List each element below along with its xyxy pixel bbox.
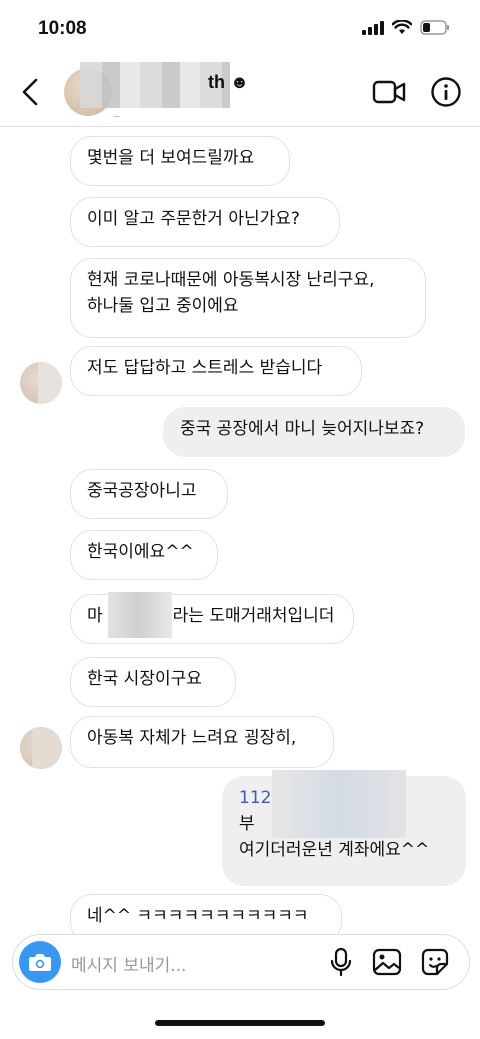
message-bubble[interactable]: 중국공장아니고 <box>70 469 228 519</box>
message-text: 한국이에요^^ <box>87 542 194 562</box>
message-text-line: 현재 코로나때문에 아동복시장 난리구요, <box>87 270 375 290</box>
blurred-censor <box>272 770 406 838</box>
message-composer[interactable]: 메시지 보내기... <box>12 934 470 990</box>
message-text-part: 부 <box>239 814 255 834</box>
message-bubble[interactable]: 한국이에요^^ <box>70 530 218 580</box>
battery-icon <box>420 20 449 35</box>
message-input[interactable]: 메시지 보내기... <box>71 951 186 976</box>
video-call-icon[interactable] <box>372 76 406 108</box>
status-bar: 10:08 <box>0 0 480 60</box>
message-text: 한국 시장이구요 <box>87 669 202 689</box>
message-text: 중국공장아니고 <box>87 481 197 501</box>
message-text-suffix: 라는 도매거래처입니더 <box>172 606 335 626</box>
message-text: 중국 공장에서 마니 늦어지나보죠? <box>180 419 425 439</box>
blurred-censor <box>108 592 172 638</box>
home-indicator[interactable] <box>155 1020 325 1026</box>
camera-button[interactable] <box>19 941 61 983</box>
message-bubble[interactable]: 몇번을 더 보여드릴까요 <box>70 136 290 186</box>
smile-emoji: ☻ <box>230 72 249 92</box>
message-text-line: 여기더러운년 계좌에요^^ <box>239 837 449 863</box>
gallery-icon[interactable] <box>371 946 403 978</box>
sender-avatar[interactable] <box>20 727 62 769</box>
sub-username: _ <box>114 104 120 117</box>
signal-icon <box>362 20 384 35</box>
message-bubble[interactable]: 이미 알고 주문한거 아닌가요? <box>70 197 340 247</box>
message-text-line: 하나둘 입고 중이에요 <box>87 296 239 316</box>
message-text: 몇번을 더 보여드릴까요 <box>87 148 255 168</box>
wifi-icon <box>392 20 412 34</box>
sticker-icon[interactable] <box>419 946 451 978</box>
microphone-icon[interactable] <box>325 946 357 978</box>
username-label[interactable]: th ☻ <box>208 72 249 93</box>
message-bubble[interactable]: 아동복 자체가 느려요 굉장히, <box>70 716 334 768</box>
status-time: 10:08 <box>38 18 87 39</box>
message-bubble[interactable]: 현재 코로나때문에 아동복시장 난리구요, 하나둘 입고 중이에요 <box>70 258 426 338</box>
message-text-part: 더러운년 계좌에요^^ <box>270 840 430 860</box>
message-text-part: 여기 <box>239 840 271 860</box>
my-message-bubble[interactable]: 중국 공장에서 마니 늦어지나보죠? <box>163 407 465 457</box>
status-icons <box>362 20 450 35</box>
message-bubble[interactable]: 한국 시장이구요 <box>70 657 236 707</box>
chat-header: th ☻ _ <box>0 60 480 127</box>
message-text-prefix: 마 <box>87 606 103 626</box>
sender-avatar[interactable] <box>20 362 62 404</box>
camera-icon <box>29 954 51 971</box>
message-text: 네^^ ㅋㅋㅋㅋㅋㅋㅋㅋㅋㅋㅋ <box>87 906 309 926</box>
message-text: 아동복 자체가 느려요 굉장히, <box>87 728 297 748</box>
message-bubble[interactable]: 저도 답답하고 스트레스 받습니다 <box>70 346 362 396</box>
message-text: 저도 답답하고 스트레스 받습니다 <box>87 358 323 378</box>
back-arrow-icon[interactable] <box>14 74 50 110</box>
info-icon[interactable] <box>430 76 462 108</box>
message-text: 이미 알고 주문한거 아닌가요? <box>87 209 300 229</box>
username-suffix: th <box>208 72 225 92</box>
